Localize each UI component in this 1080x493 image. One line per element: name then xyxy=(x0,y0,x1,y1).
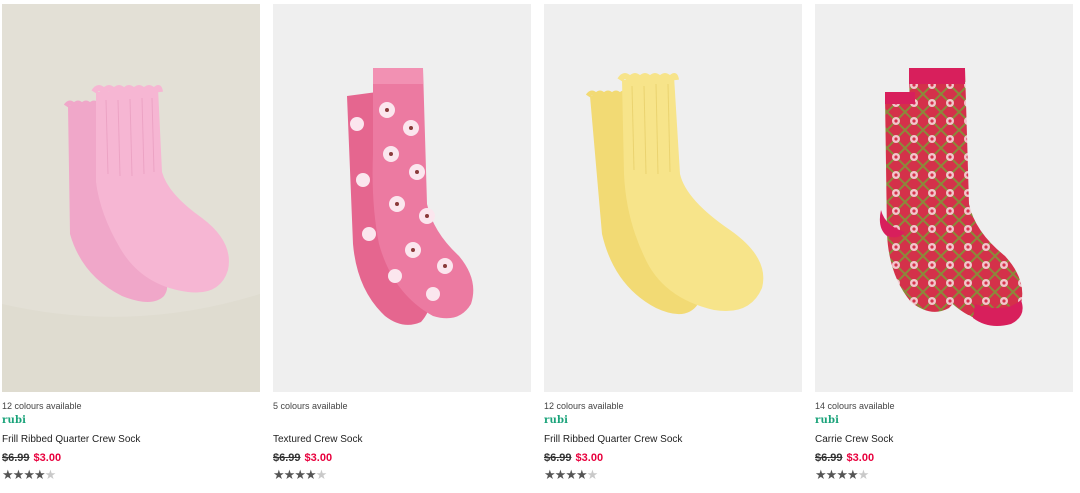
star-icon: ★ xyxy=(23,468,35,483)
product-grid: 12 colours available rubi Frill Ribbed Q… xyxy=(0,0,1080,493)
star-icon: ★ xyxy=(554,468,567,483)
sale-price: $3.00 xyxy=(33,452,62,464)
star-rating: ★★★★★ xyxy=(273,468,328,483)
product-image[interactable] xyxy=(815,4,1073,392)
star-icon: ★ xyxy=(2,468,14,483)
star-rating: ★★★★★ xyxy=(544,468,599,483)
half-star-icon: ★ xyxy=(857,468,870,483)
red-geometric-sock-image xyxy=(815,4,1073,392)
star-icon: ★ xyxy=(815,468,827,483)
product-name[interactable]: Carrie Crew Sock xyxy=(815,434,893,445)
product-image[interactable] xyxy=(273,4,531,392)
product-name[interactable]: Textured Crew Sock xyxy=(273,434,362,445)
star-icon: ★ xyxy=(575,468,588,483)
star-icon: ★ xyxy=(12,468,25,483)
product-image[interactable] xyxy=(2,4,260,392)
star-icon: ★ xyxy=(544,468,556,483)
price: $6.99 $3.00 xyxy=(544,452,603,464)
colour-count: 5 colours available xyxy=(273,401,348,411)
half-star-icon: ★ xyxy=(586,468,599,483)
pink-frill-sock-image xyxy=(2,4,260,392)
star-rating: ★★★★★ xyxy=(815,468,870,483)
original-price: $6.99 xyxy=(544,452,572,464)
pink-floral-sock-image xyxy=(273,4,531,392)
product-card[interactable]: 12 colours available rubi Frill Ribbed Q… xyxy=(2,4,260,493)
product-image[interactable] xyxy=(544,4,802,392)
sale-price: $3.00 xyxy=(304,452,333,464)
star-icon: ★ xyxy=(283,468,296,483)
star-rating: ★★★★★ xyxy=(2,468,57,483)
product-card[interactable]: 14 colours available rubi Carrie Crew So… xyxy=(815,4,1073,493)
price: $6.99 $3.00 xyxy=(273,452,332,464)
brand-label: rubi xyxy=(2,415,27,426)
star-icon: ★ xyxy=(565,468,577,483)
star-icon: ★ xyxy=(33,468,46,483)
empty-star-icon: ★ xyxy=(315,468,328,483)
star-icon: ★ xyxy=(846,468,859,483)
half-star-icon: ★ xyxy=(44,468,57,483)
product-card[interactable]: 12 colours available rubi Frill Ribbed Q… xyxy=(544,4,802,493)
star-icon: ★ xyxy=(836,468,848,483)
star-icon: ★ xyxy=(304,468,317,483)
product-name[interactable]: Frill Ribbed Quarter Crew Sock xyxy=(2,434,140,445)
sale-price: $3.00 xyxy=(846,452,875,464)
star-icon: ★ xyxy=(294,468,306,483)
sale-price: $3.00 xyxy=(575,452,604,464)
product-name[interactable]: Frill Ribbed Quarter Crew Sock xyxy=(544,434,682,445)
price: $6.99 $3.00 xyxy=(815,452,874,464)
brand-label: rubi xyxy=(815,415,840,426)
product-card[interactable]: 5 colours available Textured Crew Sock $… xyxy=(273,4,531,493)
star-icon: ★ xyxy=(825,468,838,483)
colour-count: 12 colours available xyxy=(544,401,624,411)
original-price: $6.99 xyxy=(273,452,301,464)
yellow-frill-sock-image xyxy=(544,4,802,392)
price: $6.99 $3.00 xyxy=(2,452,61,464)
colour-count: 14 colours available xyxy=(815,401,895,411)
brand-label: rubi xyxy=(544,415,569,426)
original-price: $6.99 xyxy=(815,452,843,464)
star-icon: ★ xyxy=(273,468,285,483)
colour-count: 12 colours available xyxy=(2,401,82,411)
original-price: $6.99 xyxy=(2,452,30,464)
